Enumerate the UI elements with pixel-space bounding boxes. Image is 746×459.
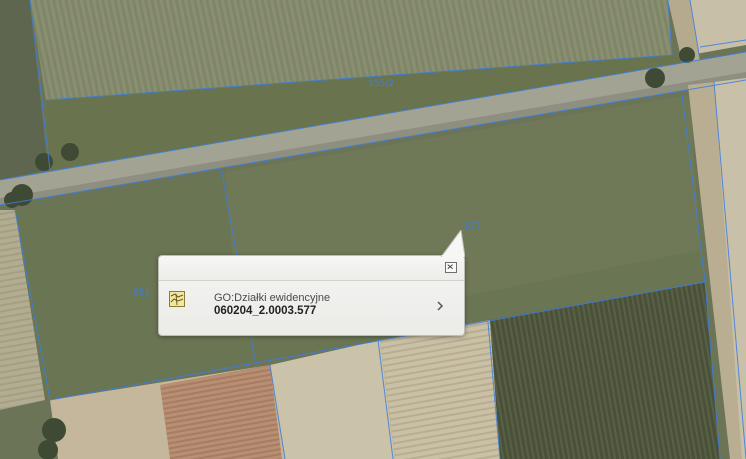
feature-id: 060204_2.0003.577 <box>214 305 317 317</box>
field-lower-mid2 <box>380 320 500 459</box>
parcel-label-577: 577 <box>464 222 481 232</box>
parcel-label-155-2: 155/2 <box>368 79 394 89</box>
map-canvas[interactable]: 155/2 577 651 <box>0 0 746 459</box>
popup-header <box>159 256 464 281</box>
parcel-label-651: 651 <box>133 288 150 298</box>
parcel-layer-icon <box>169 291 185 307</box>
chevron-right-icon[interactable] <box>436 300 444 312</box>
layer-name: GO:Działki ewidencyjne <box>214 292 331 304</box>
feature-info-popup: GO:Działki ewidencyjne 060204_2.0003.577 <box>158 230 465 336</box>
close-icon[interactable] <box>445 262 457 273</box>
popup-tail <box>441 230 465 257</box>
